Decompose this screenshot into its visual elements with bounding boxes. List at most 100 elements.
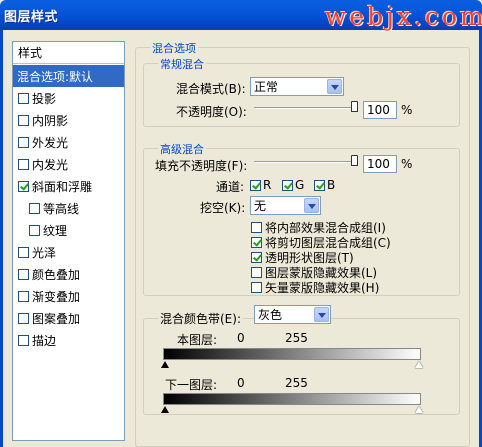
channel-checkbox-item[interactable]: G [282, 178, 304, 192]
fill-opacity-value: 100 [367, 157, 390, 171]
underlying-layer-black-slider[interactable] [161, 406, 169, 413]
styles-list-item[interactable]: 光泽 [13, 241, 124, 263]
style-checkbox[interactable] [18, 246, 29, 258]
knockout-label: 挖空(K): [200, 201, 246, 215]
styles-list-item[interactable]: 内阴影 [13, 109, 124, 131]
styles-list-item[interactable]: 等高线 [13, 197, 124, 219]
underlying-layer-gradient [163, 393, 421, 405]
style-checkbox[interactable] [18, 136, 29, 148]
underlying-layer-label: 下一图层: [165, 378, 218, 392]
advanced-option-checkbox[interactable] [251, 282, 262, 293]
general-blending-title: 常规混合 [158, 56, 206, 72]
advanced-option-checkbox[interactable] [251, 237, 262, 248]
chevron-down-icon[interactable] [327, 79, 342, 94]
underlying-layer-max: 255 [285, 376, 308, 390]
styles-list-item[interactable]: 纹理 [13, 219, 124, 241]
this-layer-black-slider[interactable] [161, 361, 169, 368]
chevron-down-icon[interactable] [304, 198, 319, 213]
advanced-option-checkbox[interactable] [251, 222, 262, 233]
fill-opacity-slider-thumb[interactable] [351, 155, 358, 166]
styles-list-item[interactable]: 描边 [13, 329, 124, 351]
styles-list-item[interactable]: 内发光 [13, 153, 124, 175]
fill-opacity-input[interactable]: 100 [363, 155, 397, 173]
blend-if-label: 混合颜色带(E): [158, 310, 243, 327]
window-title: 图层样式 [4, 10, 59, 25]
knockout-select[interactable]: 无 [250, 196, 321, 215]
channels-label: 通道: [216, 180, 245, 194]
this-layer-min: 0 [237, 331, 245, 345]
style-item-label: 纹理 [43, 223, 68, 238]
style-checkbox[interactable] [18, 92, 29, 104]
style-item-label: 颜色叠加 [32, 267, 81, 282]
advanced-option-checkbox[interactable] [251, 252, 262, 263]
styles-list-item[interactable]: 外发光 [13, 131, 124, 153]
opacity-value: 100 [367, 103, 390, 117]
opacity-label: 不透明度(O): [176, 105, 247, 119]
style-item-label: 斜面和浮雕 [32, 179, 93, 194]
advanced-option[interactable]: 矢量蒙版隐藏效果(H) [251, 279, 379, 296]
opacity-slider-thumb[interactable] [351, 101, 358, 112]
style-checkbox[interactable] [29, 202, 40, 214]
channels-group: RGB [250, 178, 350, 192]
style-item-label: 渐变叠加 [32, 289, 81, 304]
styles-list-item[interactable]: 图案叠加 [13, 307, 124, 329]
channel-checkbox-item[interactable]: B [314, 178, 335, 192]
advanced-option-label: 矢量蒙版隐藏效果(H) [265, 281, 380, 295]
style-item-label: 光泽 [32, 245, 57, 260]
style-checkbox[interactable] [18, 268, 29, 280]
style-checkbox[interactable] [18, 180, 29, 192]
watermark: webjx.com [325, 2, 482, 31]
advanced-blending-title: 高级混合 [158, 141, 206, 157]
style-item-label: 内阴影 [32, 113, 69, 128]
style-checkbox[interactable] [29, 224, 40, 236]
style-checkbox[interactable] [18, 334, 29, 346]
this-layer-label: 本图层: [177, 333, 218, 347]
window-frame-left [0, 30, 3, 447]
style-checkbox[interactable] [18, 114, 29, 126]
blend-if-value: 灰色 [258, 308, 283, 322]
blend-if-select[interactable]: 灰色 [254, 305, 331, 324]
underlying-layer-white-slider[interactable] [415, 406, 423, 413]
channel-checkbox-item[interactable]: R [250, 178, 271, 192]
styles-list: 样式 混合选项:默认 投影内阴影外发光内发光斜面和浮雕等高线纹理光泽颜色叠加渐变… [12, 41, 125, 441]
knockout-value: 无 [254, 199, 267, 213]
chevron-down-icon[interactable] [314, 307, 329, 322]
advanced-options-list: 将内部效果混合成组(I) 将剪切图层混合成组(C) 透明形状图层(T) 图层蒙版隐藏效… [251, 219, 451, 295]
channel-checkbox[interactable] [314, 179, 325, 191]
blend-mode-label: 混合模式(B): [176, 82, 246, 96]
channel-checkbox[interactable] [282, 179, 293, 191]
channel-label: G [295, 178, 305, 192]
style-item-label: 投影 [32, 91, 57, 106]
style-checkbox[interactable] [18, 312, 29, 324]
fill-opacity-label: 填充不透明度(F): [155, 159, 248, 173]
style-checkbox[interactable] [18, 290, 29, 302]
blend-mode-value: 正常 [254, 80, 279, 94]
style-item-label: 内发光 [32, 157, 69, 172]
style-item-label: 图案叠加 [32, 311, 81, 326]
styles-list-item[interactable]: 斜面和浮雕 [13, 175, 124, 197]
opacity-unit: % [401, 103, 413, 117]
styles-list-item-blending-options[interactable]: 混合选项:默认 [13, 65, 124, 87]
this-layer-white-slider[interactable] [415, 361, 423, 368]
fill-opacity-slider-track[interactable] [254, 161, 358, 163]
channel-label: B [327, 178, 336, 192]
style-checkbox[interactable] [18, 158, 29, 170]
style-item-label: 描边 [32, 333, 57, 348]
blending-options-title: 混合选项 [150, 40, 198, 56]
this-layer-max: 255 [285, 331, 308, 345]
styles-list-item[interactable]: 投影 [13, 87, 124, 109]
styles-list-item[interactable]: 颜色叠加 [13, 263, 124, 285]
advanced-option-checkbox[interactable] [251, 267, 262, 278]
blend-mode-select[interactable]: 正常 [250, 77, 344, 96]
channel-checkbox[interactable] [250, 179, 261, 191]
opacity-input[interactable]: 100 [363, 101, 397, 119]
styles-list-header[interactable]: 样式 [13, 42, 124, 64]
this-layer-gradient [163, 348, 421, 360]
underlying-layer-min: 0 [237, 376, 245, 390]
styles-list-item[interactable]: 渐变叠加 [13, 285, 124, 307]
channel-label: R [263, 178, 272, 192]
opacity-slider-track[interactable] [254, 107, 358, 109]
style-item-label: 外发光 [32, 135, 69, 150]
fill-opacity-unit: % [401, 157, 413, 171]
style-item-label: 等高线 [43, 201, 80, 216]
